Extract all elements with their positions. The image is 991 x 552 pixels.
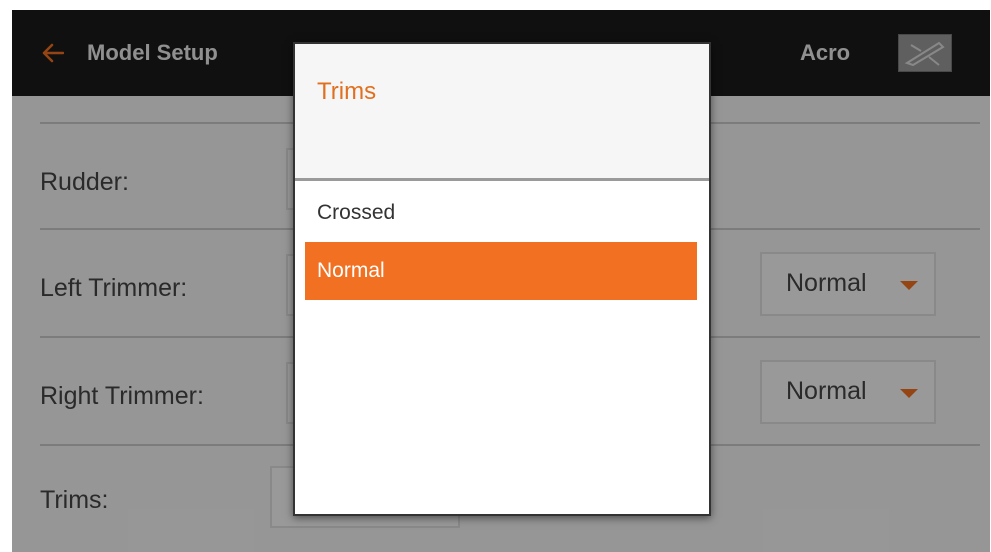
model-setup-screen: Model Setup Acro Rudder: Left Trimmer: N… [12, 10, 990, 552]
option-crossed[interactable]: Crossed [305, 184, 697, 242]
option-normal[interactable]: Normal [305, 242, 697, 300]
device-screen-frame: Model Setup Acro Rudder: Left Trimmer: N… [12, 10, 990, 552]
option-label: Crossed [317, 201, 396, 224]
dialog-header: Trims [295, 44, 709, 181]
trims-selection-dialog: Trims Crossed Normal [293, 42, 711, 516]
option-label: Normal [317, 259, 385, 282]
dialog-title: Trims [317, 78, 377, 105]
